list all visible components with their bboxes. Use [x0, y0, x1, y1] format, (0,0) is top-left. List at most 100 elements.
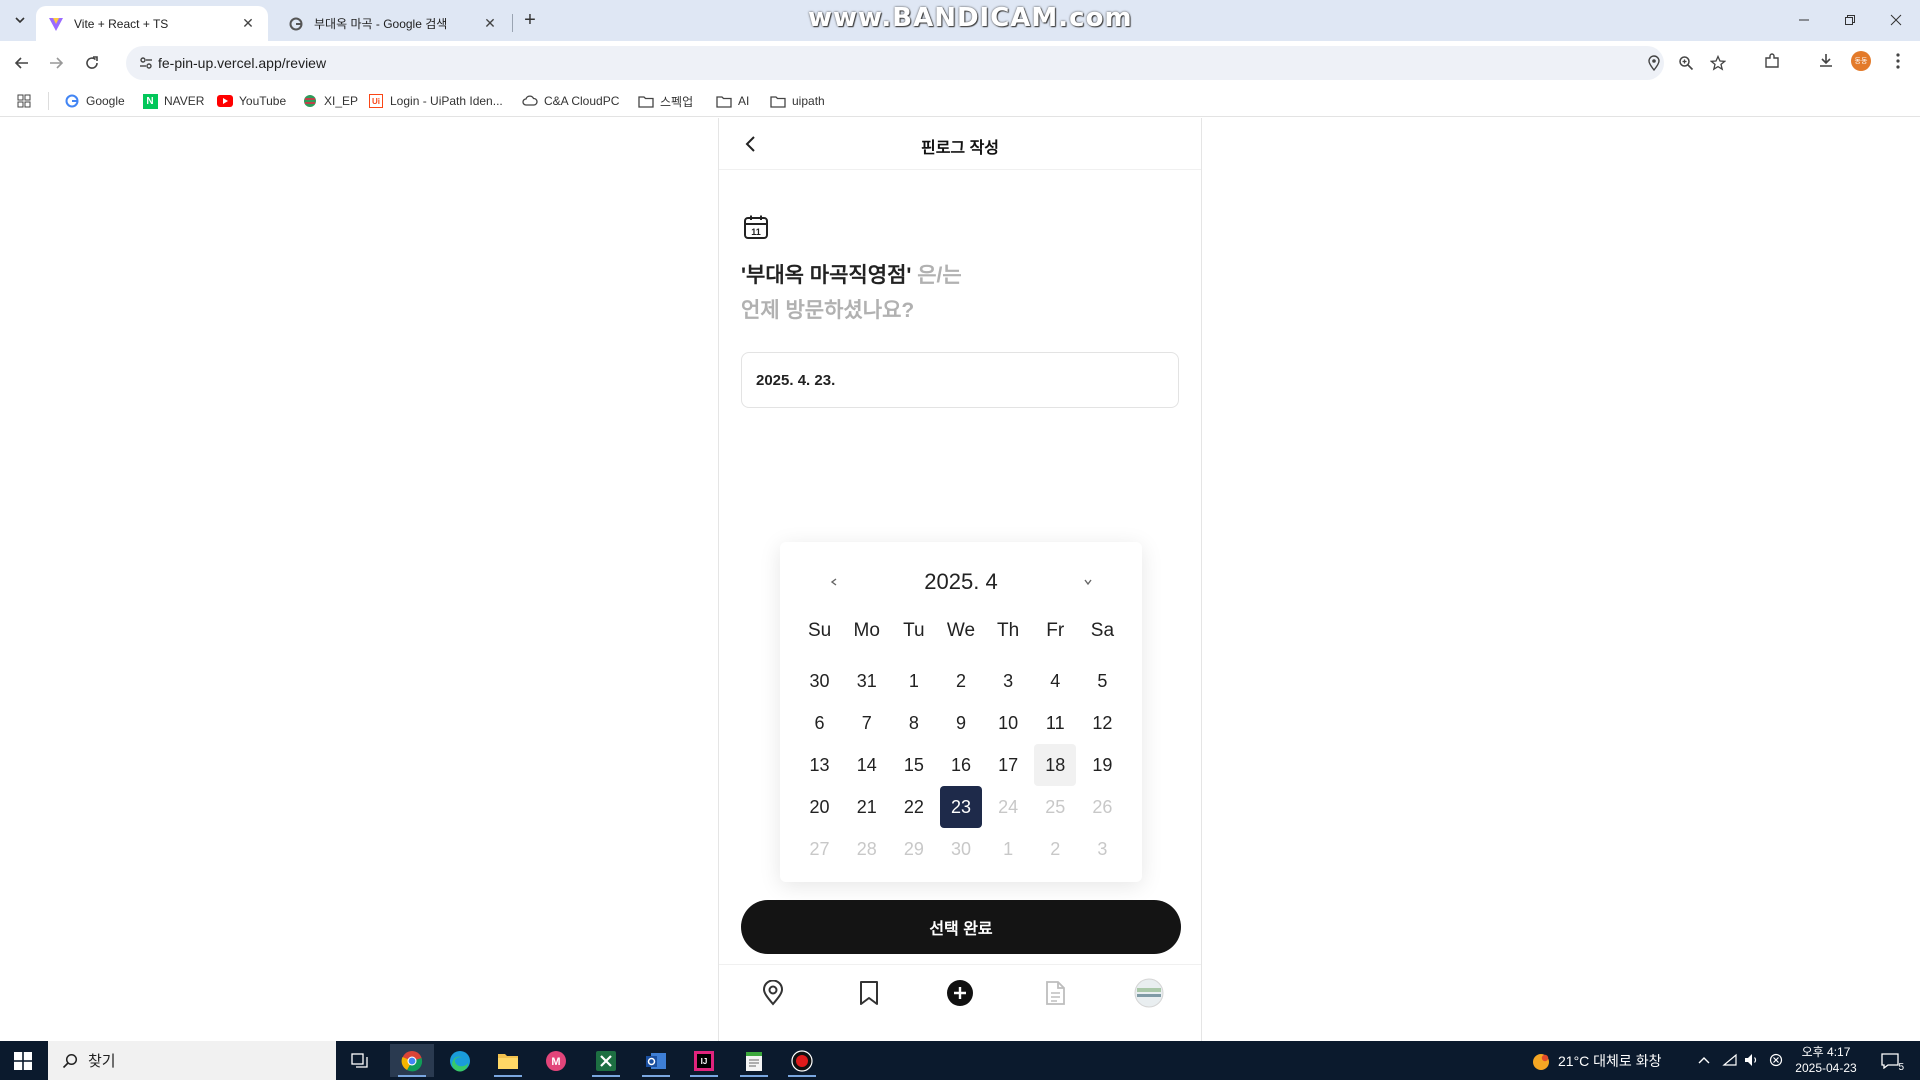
- day-cell[interactable]: 14: [843, 744, 890, 786]
- day-cell-selected[interactable]: 23: [937, 786, 984, 828]
- tab-search-button[interactable]: [8, 8, 32, 32]
- day-number: 18: [1034, 744, 1077, 786]
- nav-add[interactable]: [944, 977, 976, 1009]
- nav-document[interactable]: [1039, 977, 1071, 1009]
- day-cell[interactable]: 11: [1032, 702, 1079, 744]
- download-icon[interactable]: [1814, 49, 1838, 73]
- day-cell[interactable]: 4: [1032, 660, 1079, 702]
- day-cell[interactable]: 5: [1079, 660, 1126, 702]
- day-cell[interactable]: 22: [890, 786, 937, 828]
- profile-avatar[interactable]: 동동: [1849, 49, 1873, 73]
- youtube-icon: [217, 93, 233, 109]
- zoom-icon[interactable]: [1676, 53, 1696, 73]
- day-number: 15: [903, 754, 924, 775]
- day-cell[interactable]: 31: [843, 660, 890, 702]
- bookmark-google[interactable]: Google: [64, 91, 125, 111]
- close-icon[interactable]: ✕: [482, 15, 498, 32]
- taskbar-file-explorer[interactable]: [486, 1044, 530, 1077]
- nav-map[interactable]: [757, 977, 789, 1009]
- search-placeholder: 찾기: [88, 1053, 116, 1070]
- day-cell[interactable]: 19: [1079, 744, 1126, 786]
- address-bar[interactable]: fe-pin-up.vercel.app/review: [126, 46, 1726, 80]
- day-cell[interactable]: 8: [890, 702, 937, 744]
- taskbar-notepad[interactable]: [732, 1044, 776, 1077]
- system-clock[interactable]: 오후 4:17 2025-04-23: [1790, 1044, 1862, 1076]
- task-view-button[interactable]: [338, 1044, 382, 1077]
- bookmark-folder-uipath[interactable]: uipath: [770, 91, 825, 111]
- new-tab-button[interactable]: +: [518, 8, 542, 32]
- star-icon[interactable]: [1708, 53, 1728, 73]
- nav-profile[interactable]: [1133, 977, 1165, 1009]
- site-info-icon[interactable]: [136, 53, 156, 73]
- day-cell[interactable]: 15: [890, 744, 937, 786]
- taskbar-chrome[interactable]: [390, 1044, 434, 1077]
- intellij-icon: IJ: [694, 1050, 714, 1071]
- day-cell[interactable]: 1: [890, 660, 937, 702]
- taskbar-recorder[interactable]: [780, 1044, 824, 1077]
- day-cell[interactable]: 2: [937, 660, 984, 702]
- tray-overflow-icon[interactable]: [1694, 1050, 1714, 1070]
- taskbar-intellij[interactable]: IJ: [682, 1044, 726, 1077]
- day-cell-disabled: 26: [1079, 786, 1126, 828]
- tab-vite[interactable]: Vite + React + TS ✕: [36, 6, 268, 41]
- status-blocked-icon[interactable]: [1766, 1050, 1786, 1070]
- arrow-left-icon: [14, 57, 28, 69]
- bookmark-folder-ai[interactable]: AI: [716, 91, 749, 111]
- minimize-button[interactable]: [1782, 6, 1826, 34]
- notification-center-button[interactable]: 5: [1878, 1049, 1904, 1073]
- volume-icon[interactable]: [1742, 1050, 1762, 1070]
- day-number: 2: [1050, 838, 1061, 859]
- reload-button[interactable]: [78, 49, 106, 77]
- bookmark-youtube[interactable]: YouTube: [217, 91, 286, 111]
- confirm-selection-button[interactable]: 선택 완료: [741, 900, 1181, 954]
- mobile-app-panel: 핀로그 작성 11 '부대옥 마곡직영점' 은/는 언제 방문하셨나요? 202…: [718, 118, 1202, 1041]
- restore-button[interactable]: [1828, 6, 1872, 34]
- day-cell[interactable]: 3: [985, 660, 1032, 702]
- taskbar-outlook[interactable]: [634, 1044, 678, 1077]
- day-cell[interactable]: 20: [796, 786, 843, 828]
- tab-google-search[interactable]: 부대옥 마곡 - Google 검색 ✕: [276, 6, 510, 41]
- nav-bookmark[interactable]: [853, 977, 885, 1009]
- day-cell[interactable]: 12: [1079, 702, 1126, 744]
- day-cell[interactable]: 6: [796, 702, 843, 744]
- messenger-icon: M: [546, 1050, 566, 1071]
- day-cell[interactable]: 18: [1032, 744, 1079, 786]
- day-cell-disabled: 29: [890, 828, 937, 870]
- day-cell[interactable]: 16: [937, 744, 984, 786]
- location-icon[interactable]: [1644, 53, 1664, 73]
- bookmark-xi-ep[interactable]: XI_EP: [302, 91, 358, 111]
- search-icon: [62, 1053, 78, 1068]
- day-cell[interactable]: 10: [985, 702, 1032, 744]
- day-cell[interactable]: 21: [843, 786, 890, 828]
- visit-date-input[interactable]: 2025. 4. 23.: [741, 352, 1179, 408]
- close-icon[interactable]: ✕: [240, 15, 256, 32]
- day-number: 30: [950, 838, 971, 859]
- taskbar-search[interactable]: 찾기: [48, 1041, 336, 1080]
- start-button[interactable]: [0, 1041, 46, 1080]
- bookmark-naver[interactable]: N NAVER: [142, 91, 204, 111]
- bookmark-uipath[interactable]: Ui Login - UiPath Iden...: [368, 91, 503, 111]
- next-month-button[interactable]: [1076, 570, 1100, 594]
- network-icon[interactable]: [1720, 1050, 1740, 1070]
- taskbar-excel[interactable]: [584, 1044, 628, 1077]
- close-window-button[interactable]: [1874, 6, 1918, 34]
- day-number: 9: [955, 712, 966, 733]
- day-cell[interactable]: 13: [796, 744, 843, 786]
- taskbar-messenger[interactable]: M: [534, 1044, 578, 1077]
- back-button[interactable]: [8, 49, 36, 77]
- apps-button[interactable]: [16, 91, 38, 111]
- day-cell[interactable]: 30: [796, 660, 843, 702]
- outlook-icon: [646, 1052, 666, 1069]
- day-cell[interactable]: 17: [985, 744, 1032, 786]
- day-cell[interactable]: 9: [937, 702, 984, 744]
- uipath-icon: Ui: [368, 93, 384, 109]
- day-cell[interactable]: 7: [843, 702, 890, 744]
- taskbar-edge[interactable]: [438, 1044, 482, 1077]
- forward-button[interactable]: [42, 49, 70, 77]
- weather-widget[interactable]: 21°C 대체로 화창: [1530, 1041, 1661, 1080]
- bookmark-cloudpc[interactable]: C&A CloudPC: [522, 91, 619, 111]
- bookmark-folder-specup[interactable]: 스펙업: [638, 91, 693, 111]
- chevron-down-icon: [1084, 579, 1092, 586]
- extensions-icon[interactable]: [1760, 49, 1784, 73]
- menu-icon[interactable]: [1886, 49, 1910, 73]
